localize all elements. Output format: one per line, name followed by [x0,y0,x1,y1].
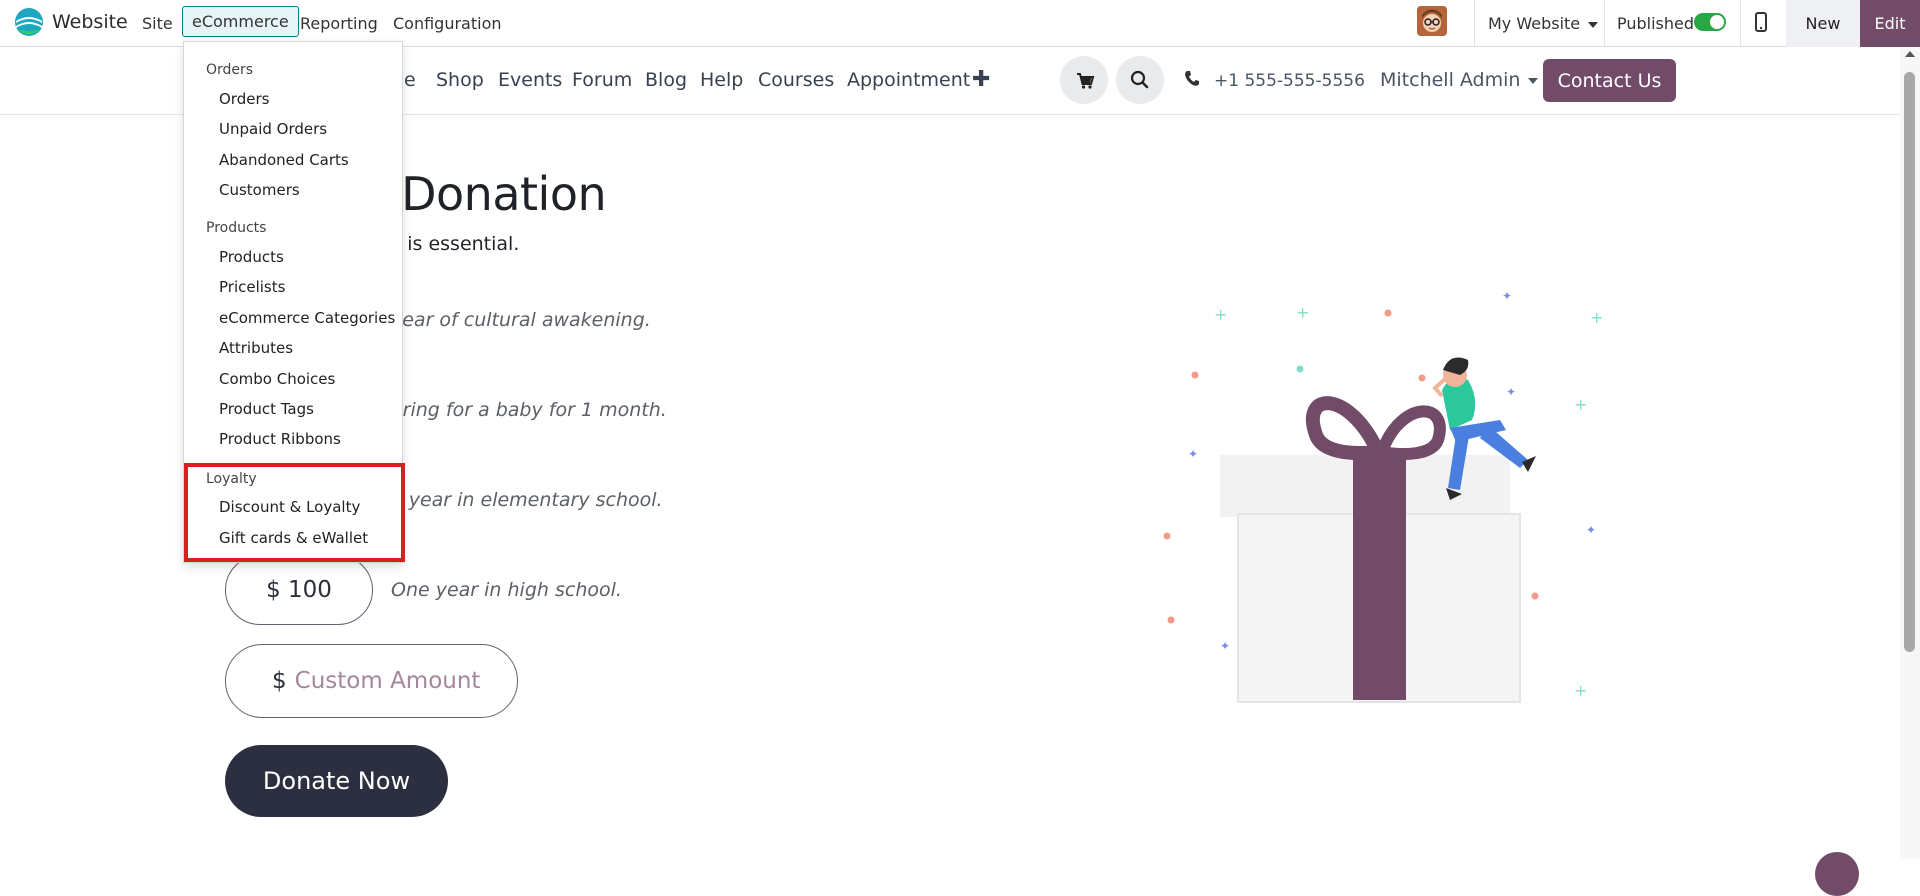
menu-item-pricelists[interactable]: Pricelists [219,277,285,297]
add-menu-icon[interactable]: ✚ [972,69,990,91]
menu-ecommerce[interactable]: eCommerce [182,6,299,37]
currency-symbol: $ [272,668,287,694]
menu-item-attributes[interactable]: Attributes [219,338,293,358]
custom-amount-placeholder: Custom Amount [294,668,481,694]
cart-icon [1077,73,1095,89]
section-header-products: Products [206,220,267,236]
svg-text:+: + [1574,681,1587,700]
page-title-text: Donation [401,167,607,221]
website-app-icon [15,8,43,36]
svg-text:✦: ✦ [1188,447,1198,461]
menu-item-product-ribbons[interactable]: Product Ribbons [219,429,341,449]
search-button[interactable] [1116,56,1164,104]
svg-text:✦: ✦ [1586,523,1596,537]
gift-illustration: + + + + + ✦ ✦ ✦ ✦ ✦ [1163,289,1603,703]
donate-now-button[interactable]: Donate Now [225,745,448,817]
nav-help[interactable]: Help [700,68,743,92]
user-menu[interactable]: Mitchell Admin [1380,68,1539,92]
app-brand[interactable]: Website [14,7,128,37]
section-header-orders: Orders [206,62,254,78]
nav-appointment[interactable]: Appointment [847,68,970,92]
divider [1740,0,1741,47]
custom-amount-input[interactable]: $ Custom Amount [225,644,518,718]
svg-text:+: + [1214,305,1227,324]
amount-description: e year in elementary school. [391,489,663,511]
menu-item-product-tags[interactable]: Product Tags [219,399,314,419]
menu-item-orders[interactable]: Orders [219,89,269,109]
menu-item-customers[interactable]: Customers [219,180,300,200]
amount-description: One year in high school. [391,579,622,601]
cart-button[interactable] [1060,56,1108,104]
section-header-loyalty: Loyalty [206,471,257,487]
menu-item-products[interactable]: Products [219,247,284,267]
edit-button[interactable]: Edit [1860,0,1920,47]
svg-text:✦: ✦ [1220,639,1230,653]
contact-us-button[interactable]: Contact Us [1543,59,1676,102]
published-label: Published [1617,14,1695,33]
admin-top-bar: Website Site eCommerce Reporting Configu… [0,0,1920,47]
website-selector-label: My Website [1488,14,1581,33]
phone-number[interactable]: +1 555-555-5556 [1214,70,1365,92]
menu-reporting[interactable]: Reporting [300,10,378,38]
search-icon [1130,70,1149,89]
menu-item-discount-loyalty[interactable]: Discount & Loyalty [219,497,360,517]
scroll-up-arrow-icon[interactable] [1905,51,1915,57]
menu-site[interactable]: Site [142,10,173,38]
new-button[interactable]: New [1786,0,1860,47]
phone-icon [1185,71,1199,86]
amount-description: year of cultural awakening. [391,309,651,331]
app-title: Website [52,11,128,33]
user-avatar[interactable] [1417,6,1447,36]
divider [1474,0,1475,47]
amount-option-100[interactable]: $ 100 [225,555,373,625]
menu-item-abandoned-carts[interactable]: Abandoned Carts [219,150,349,170]
nav-events[interactable]: Events [498,68,562,92]
website-selector[interactable]: My Website [1488,10,1599,38]
svg-text:+: + [1590,308,1603,327]
nav-forum[interactable]: Forum [572,68,632,92]
nav-blog[interactable]: Blog [645,68,687,92]
nav-shop[interactable]: Shop [436,68,484,92]
nav-courses[interactable]: Courses [758,68,834,92]
ecommerce-dropdown-menu: Orders Orders Unpaid Orders Abandoned Ca… [183,41,403,563]
menu-item-ecommerce-categories[interactable]: eCommerce Categories [219,308,395,328]
menu-item-combo-choices[interactable]: Combo Choices [219,369,335,389]
toggle-knob [1710,15,1724,29]
avatar-face-icon [1417,6,1447,36]
user-menu-label: Mitchell Admin [1380,69,1521,91]
svg-text:+: + [1296,303,1309,322]
menu-item-unpaid-orders[interactable]: Unpaid Orders [219,119,327,139]
svg-text:+: + [1574,395,1587,414]
svg-text:✦: ✦ [1506,385,1516,399]
mobile-preview-icon[interactable] [1755,12,1767,32]
menu-configuration[interactable]: Configuration [393,10,502,38]
menu-item-gift-cards-ewallet[interactable]: Gift cards & eWallet [219,528,368,548]
amount-description: aring for a baby for 1 month. [391,399,667,421]
caret-down-icon [1528,77,1539,84]
svg-text:✦: ✦ [1502,289,1512,303]
scrollbar-thumb[interactable] [1904,72,1915,652]
caret-down-icon [1588,21,1599,28]
published-toggle[interactable] [1694,13,1726,31]
divider [1604,0,1605,47]
